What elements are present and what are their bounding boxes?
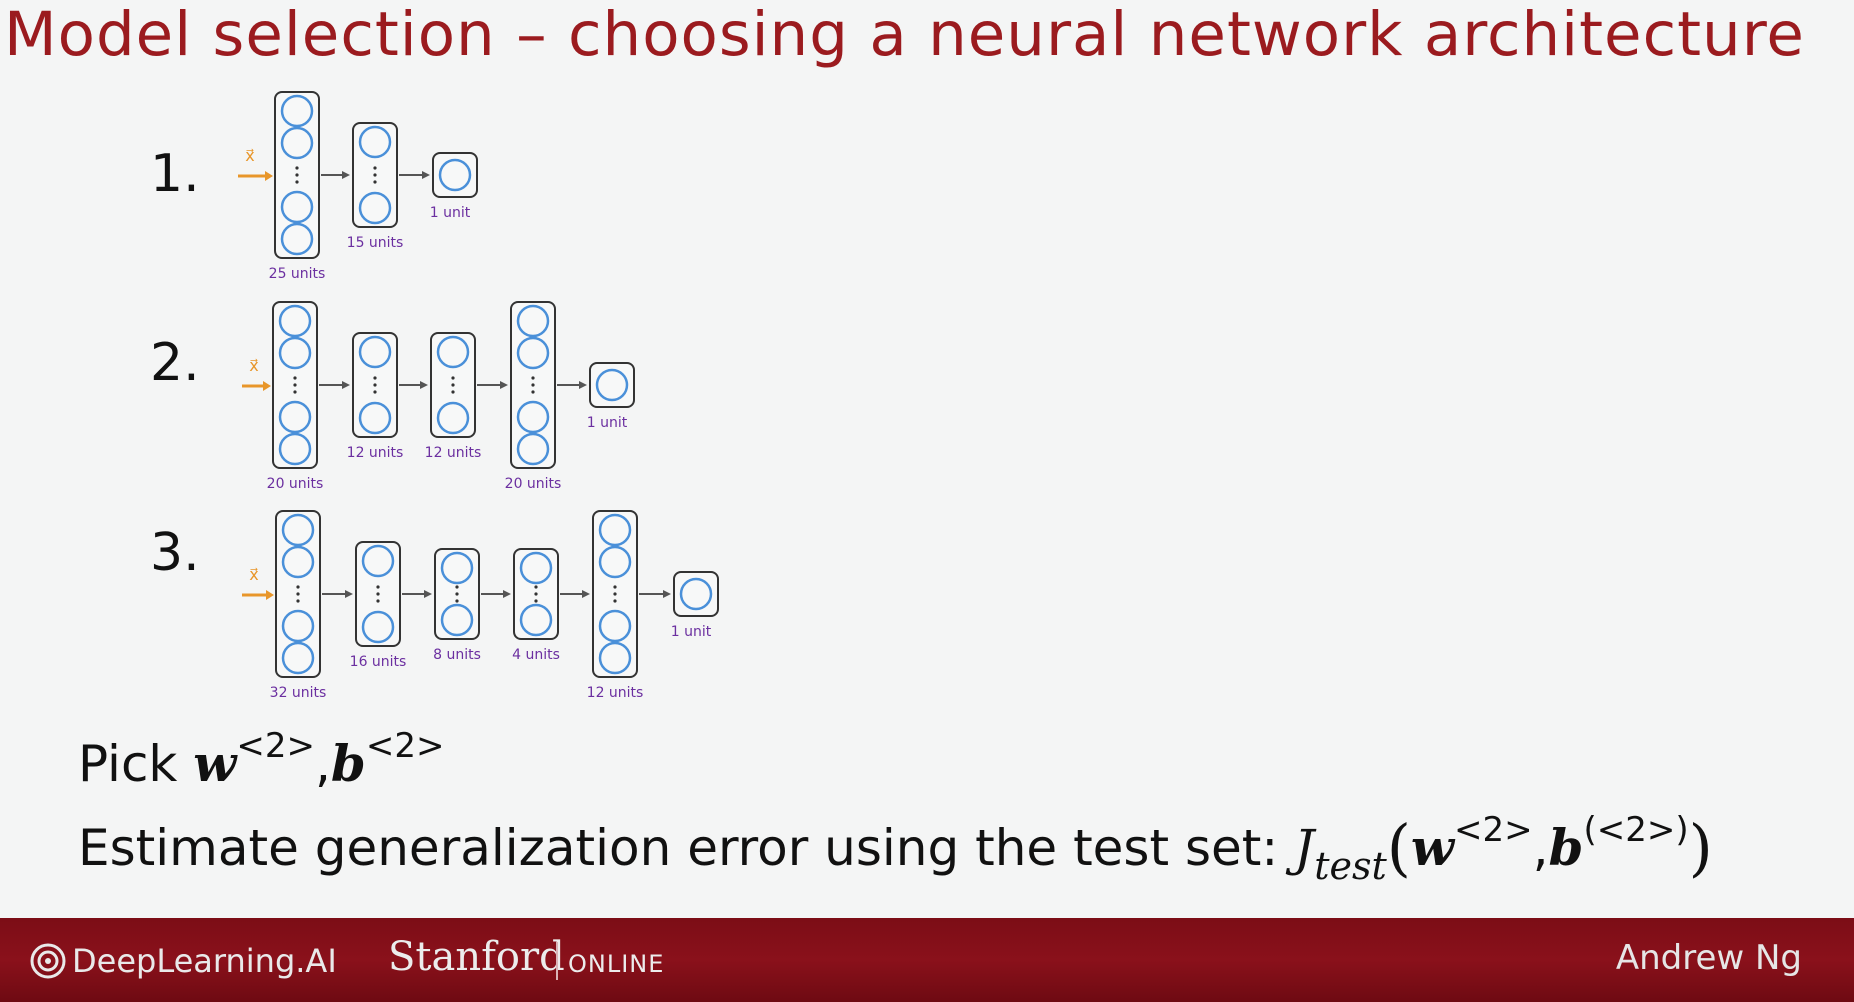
close-paren: ) xyxy=(1688,811,1713,884)
w-symbol: w xyxy=(1410,818,1454,877)
pick-text: Pick xyxy=(78,735,194,793)
pick-line: Pick w<2>,b<2> xyxy=(78,726,444,793)
layer-units-label: 4 units xyxy=(512,647,560,663)
layer-units-label: 8 units xyxy=(433,647,481,663)
slide: Model selection – choosing a neural netw… xyxy=(0,0,1854,918)
footer-divider xyxy=(556,942,558,980)
w-superscript: <2> xyxy=(1453,810,1533,850)
online-label: ONLINE xyxy=(568,950,665,978)
author-name: Andrew Ng xyxy=(1615,938,1802,978)
comma: , xyxy=(1532,819,1549,877)
connection-arrowhead xyxy=(503,590,511,598)
deeplearning-logo: DeepLearning.AI xyxy=(30,942,337,980)
input-label: x⃗ xyxy=(249,565,258,584)
ellipsis-dot xyxy=(296,592,300,596)
connection-arrowhead xyxy=(424,590,432,598)
ellipsis-dot xyxy=(613,585,617,589)
ellipsis-dot xyxy=(376,599,380,603)
w-symbol: w xyxy=(193,734,237,793)
stanford-logo: Stanford xyxy=(388,934,565,980)
ellipsis-dot xyxy=(376,585,380,589)
b-symbol: b xyxy=(330,734,366,793)
layer-units-label: 12 units xyxy=(587,685,644,701)
deeplearning-icon xyxy=(30,943,66,979)
open-paren: ( xyxy=(1386,811,1411,884)
ellipsis-dot xyxy=(376,592,380,596)
ellipsis-dot xyxy=(613,592,617,596)
b-superscript: (<2>) xyxy=(1583,810,1689,850)
b-symbol: b xyxy=(1548,818,1584,877)
ellipsis-dot xyxy=(296,585,300,589)
j-symbol: J xyxy=(1294,819,1315,877)
footer-bar: DeepLearning.AI Stanford ONLINE Andrew N… xyxy=(0,918,1854,1002)
layer-3: 8 units xyxy=(433,548,481,663)
ellipsis-dot xyxy=(534,592,538,596)
connection-arrowhead xyxy=(663,590,671,598)
layer-6: 1 unit xyxy=(671,571,719,640)
w-superscript: <2> xyxy=(236,726,315,766)
layer-4: 4 units xyxy=(512,548,560,663)
deeplearning-text: DeepLearning.AI xyxy=(72,942,337,980)
connection-arrowhead xyxy=(582,590,590,598)
layer-5: 12 units xyxy=(587,510,644,701)
j-subscript: test xyxy=(1314,844,1387,888)
ellipsis-dot xyxy=(455,585,459,589)
input-arrowhead xyxy=(266,590,274,600)
ellipsis-dot xyxy=(613,599,617,603)
ellipsis-dot xyxy=(455,592,459,596)
layer-2: 16 units xyxy=(350,541,407,670)
connection-arrowhead xyxy=(345,590,353,598)
layer-1: 32 units xyxy=(270,510,327,701)
ellipsis-dot xyxy=(296,599,300,603)
layer-units-label: 1 unit xyxy=(671,624,712,640)
ellipsis-dot xyxy=(534,585,538,589)
layer-units-label: 16 units xyxy=(350,654,407,670)
estimate-text: Estimate generalization error using the … xyxy=(78,819,1295,877)
estimate-line: Estimate generalization error using the … xyxy=(78,810,1713,888)
b-superscript: <2> xyxy=(365,726,445,766)
comma: , xyxy=(314,735,331,793)
layer-units-label: 32 units xyxy=(270,685,327,701)
ellipsis-dot xyxy=(455,599,459,603)
ellipsis-dot xyxy=(534,599,538,603)
